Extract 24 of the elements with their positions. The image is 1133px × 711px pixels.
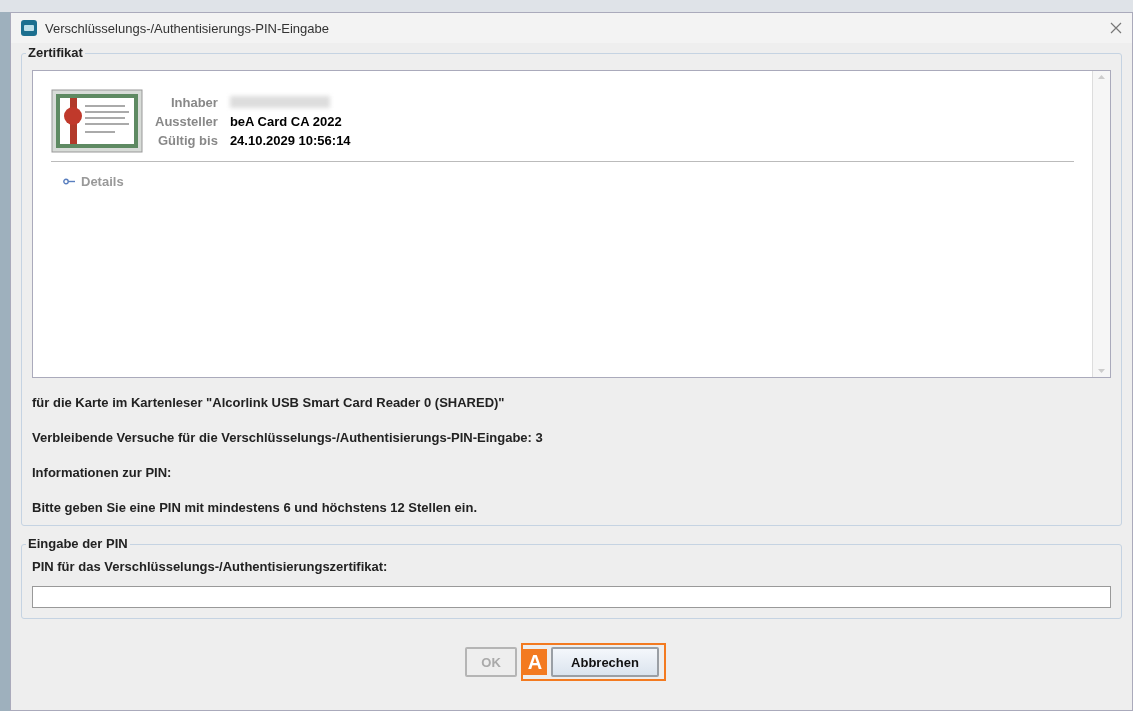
field-label: Aussteller xyxy=(155,113,218,129)
app-icon xyxy=(21,20,37,36)
window-title: Verschlüsselungs-/Authentisierungs-PIN-Eingabe xyxy=(45,20,330,36)
scrollbar[interactable] xyxy=(1092,71,1110,377)
annotation-label: A xyxy=(523,649,548,675)
group-legend: Zertifikat xyxy=(26,45,85,60)
key-icon xyxy=(63,178,75,185)
info-text: Bitte geben Sie eine PIN mit mindestens 6 und höchstens 12 Stellen ein. xyxy=(32,500,478,515)
pin-input[interactable] xyxy=(32,586,1111,608)
info-text: für die Karte im Kartenleser "Alcorlink USB Smart Card Reader 0 (SHARED)" xyxy=(32,395,506,410)
info-text: Verbleibende Versuche für die Verschlüsselungs-/Authentisierungs-PIN-Eingabe: 3 xyxy=(32,430,544,445)
scroll-up-icon[interactable] xyxy=(1097,74,1106,80)
field-value: 24.10.2029 10:56:14 xyxy=(229,132,351,148)
field-label: Gültig bis xyxy=(156,132,218,148)
scroll-down-icon[interactable] xyxy=(1097,368,1106,374)
cancel-button[interactable]: Abbrechen xyxy=(551,647,659,677)
info-text: Informationen zur PIN: xyxy=(32,465,173,480)
pin-label: PIN für das Verschlüsselungs-/Authentisierungszertifikat: xyxy=(32,559,389,574)
details-link[interactable]: Details xyxy=(63,174,1074,189)
close-icon[interactable] xyxy=(1110,22,1122,34)
field-label: Inhaber xyxy=(169,94,218,110)
certificate-icon xyxy=(51,89,143,153)
field-value: beA Card CA 2022 xyxy=(229,113,343,129)
group-legend: Eingabe der PIN xyxy=(26,536,130,551)
